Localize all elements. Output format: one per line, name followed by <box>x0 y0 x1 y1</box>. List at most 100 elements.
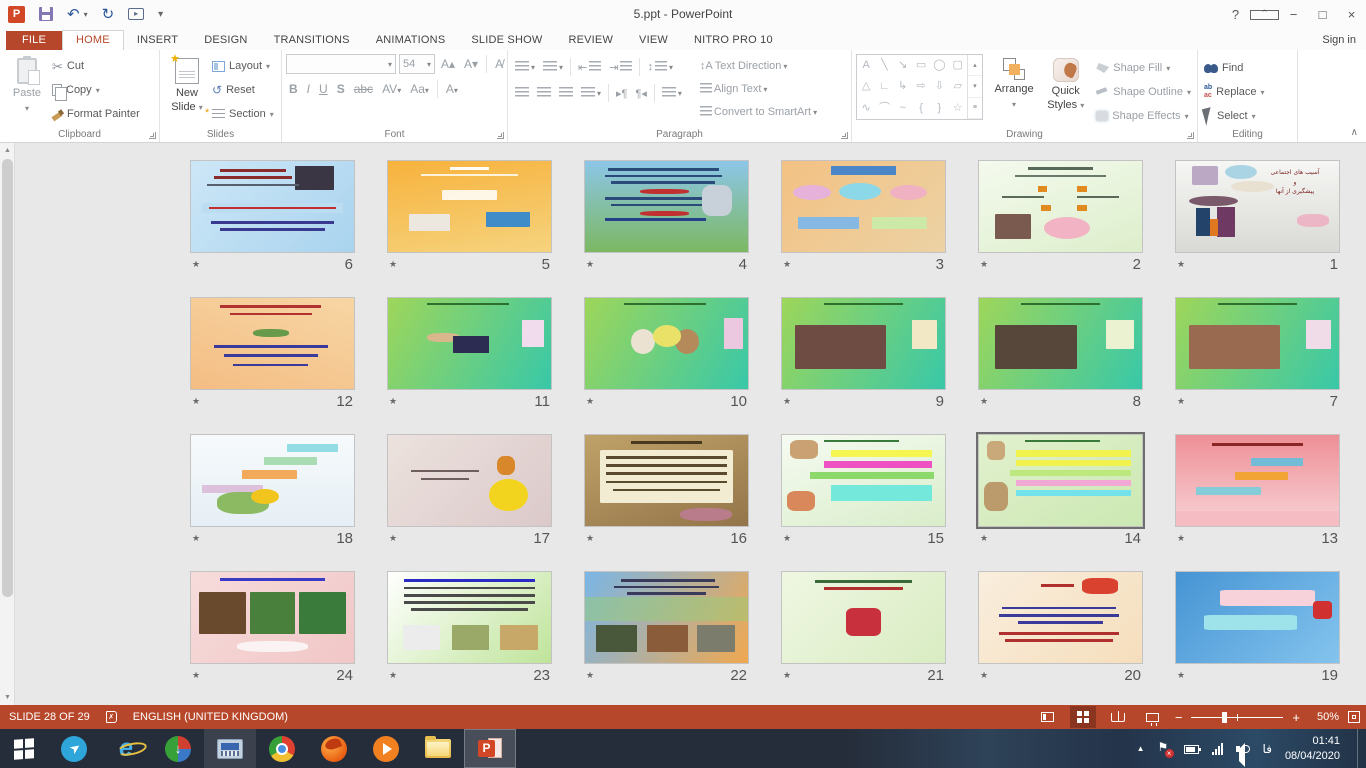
taskbar-download-manager-button[interactable]: ↓ <box>152 729 204 768</box>
shape-outline-button[interactable]: Shape Outline▾ <box>1096 82 1191 102</box>
slide-thumbnail-7[interactable] <box>1175 297 1340 390</box>
clear-formatting-icon[interactable]: A̸ <box>492 56 506 72</box>
taskbar-remote-desktop-button[interactable] <box>204 729 256 768</box>
font-name-combo[interactable]: ▾ <box>286 54 396 74</box>
tray-expand-icon[interactable]: ▲ <box>1137 744 1145 753</box>
line-spacing-button[interactable]: ↕▾ <box>644 59 676 75</box>
increase-font-size-icon[interactable]: A▴ <box>438 56 458 72</box>
character-spacing-button[interactable]: AV▾ <box>379 81 404 97</box>
reading-view-button[interactable] <box>1105 706 1131 728</box>
reset-button[interactable]: ↺Reset <box>212 80 274 100</box>
shape-fill-button[interactable]: Shape Fill▾ <box>1096 58 1191 78</box>
slide-sorter-view-button[interactable] <box>1070 706 1096 728</box>
slide-thumbnail-16[interactable] <box>584 434 749 527</box>
normal-view-button[interactable] <box>1035 706 1061 728</box>
slide-thumbnail-15[interactable] <box>781 434 946 527</box>
slide-thumbnail-14[interactable] <box>978 434 1143 527</box>
slide-thumbnail-20[interactable] <box>978 571 1143 664</box>
drawing-dialog-launcher-icon[interactable] <box>1187 132 1194 139</box>
show-desktop-button[interactable] <box>1357 729 1362 768</box>
collapse-ribbon-icon[interactable]: ∧ <box>1351 127 1358 138</box>
shapes-scroll-up-icon[interactable]: ▴ <box>968 55 982 76</box>
corner-shape-icon[interactable]: ▱ <box>953 81 961 92</box>
taskbar-telegram-button[interactable]: ➤ <box>48 729 100 768</box>
tab-review[interactable]: REVIEW <box>555 31 626 50</box>
star-shape-icon[interactable]: ☆ <box>953 103 963 114</box>
taskbar-internet-explorer-button[interactable]: e <box>100 729 152 768</box>
action-center-flag-icon[interactable] <box>1158 742 1171 755</box>
tab-animations[interactable]: ANIMATIONS <box>363 31 459 50</box>
elbow-arrow-shape-icon[interactable]: ↳ <box>898 81 907 92</box>
layout-button[interactable]: Layout▾ <box>212 56 274 76</box>
tab-file[interactable]: FILE <box>6 31 62 50</box>
increase-indent-icon[interactable]: ⇥ <box>606 59 635 76</box>
start-slideshow-icon[interactable]: ▸ <box>128 8 144 20</box>
scrollbar-thumb[interactable] <box>2 159 13 597</box>
text-direction-button[interactable]: ↕AText Direction▾ <box>697 58 820 74</box>
text-box-shape-icon[interactable]: A <box>862 60 869 71</box>
tab-home[interactable]: HOME <box>62 30 124 50</box>
slide-thumbnail-12[interactable] <box>190 297 355 390</box>
arrange-button[interactable]: Arrange ▾ <box>991 54 1037 126</box>
decrease-font-size-icon[interactable]: A▾ <box>461 56 481 72</box>
paste-button[interactable]: Paste ▾ <box>4 54 50 126</box>
italic-button[interactable]: I <box>304 81 313 97</box>
volume-icon[interactable] <box>1236 743 1250 755</box>
slide-thumbnail-3[interactable] <box>781 160 946 253</box>
slide-thumbnail-8[interactable] <box>978 297 1143 390</box>
slide-thumbnail-5[interactable] <box>387 160 552 253</box>
slide-thumbnail-23[interactable] <box>387 571 552 664</box>
tab-insert[interactable]: INSERT <box>124 31 191 50</box>
copy-button[interactable]: Copy▾ <box>52 80 140 100</box>
scribble-shape-icon[interactable]: ∿ <box>862 103 871 114</box>
close-button[interactable]: × <box>1337 7 1366 22</box>
slide-thumbnail-9[interactable] <box>781 297 946 390</box>
align-left-icon[interactable] <box>512 85 532 101</box>
slide-thumbnail-24[interactable] <box>190 571 355 664</box>
vertical-scrollbar[interactable]: ▲ ▼ <box>0 143 15 705</box>
font-size-combo[interactable]: 54▾ <box>399 54 435 74</box>
align-text-button[interactable]: Align Text▾ <box>697 81 820 97</box>
minimize-button[interactable]: − <box>1279 7 1308 22</box>
shapes-scroll-down-icon[interactable]: ▾ <box>968 76 982 97</box>
find-button[interactable]: Find <box>1204 58 1265 78</box>
slide-thumbnail-2[interactable] <box>978 160 1143 253</box>
tab-nitro-pro-10[interactable]: NITRO PRO 10 <box>681 31 786 50</box>
triangle-shape-icon[interactable]: △ <box>862 81 870 92</box>
zoom-out-button[interactable]: − <box>1175 710 1183 725</box>
zoom-slider-thumb[interactable] <box>1222 712 1227 723</box>
paragraph-dialog-launcher-icon[interactable] <box>841 132 848 139</box>
columns-button[interactable]: ▾ <box>659 85 685 101</box>
tab-design[interactable]: DESIGN <box>191 31 260 50</box>
shape-effects-button[interactable]: Shape Effects▾ <box>1096 106 1191 126</box>
clock[interactable]: 01:41 08/04/2020 <box>1285 734 1340 764</box>
start-button[interactable] <box>0 729 48 768</box>
qat-customize-icon[interactable]: ▾ <box>158 9 162 20</box>
strikethrough-button[interactable]: abc <box>351 81 376 97</box>
text-shadow-button[interactable]: S <box>334 81 348 97</box>
brace-right-shape-icon[interactable]: } <box>938 103 942 114</box>
brace-left-shape-icon[interactable]: { <box>919 103 923 114</box>
taskbar-firefox-button[interactable] <box>308 729 360 768</box>
font-color-button[interactable]: A▾ <box>443 81 461 97</box>
new-slide-button[interactable]: NewSlide ▾ <box>164 54 210 126</box>
spell-check-icon[interactable]: ✗ <box>106 711 117 723</box>
slide-thumbnail-17[interactable] <box>387 434 552 527</box>
slide-thumbnail-22[interactable] <box>584 571 749 664</box>
convert-to-smartart-button[interactable]: Convert to SmartArt▾ <box>697 104 820 120</box>
format-painter-button[interactable]: Format Painter <box>52 104 140 124</box>
powerpoint-app-icon[interactable]: P <box>8 6 25 23</box>
scroll-up-icon[interactable]: ▲ <box>0 143 15 158</box>
arc-shape-icon[interactable]: ⌒ <box>879 103 890 114</box>
maximize-button[interactable]: □ <box>1308 7 1337 22</box>
curve-shape-icon[interactable]: ~ <box>900 103 906 114</box>
clipboard-dialog-launcher-icon[interactable] <box>149 132 156 139</box>
taskbar-powerpoint-button[interactable]: P <box>464 729 516 768</box>
quick-styles-button[interactable]: QuickStyles ▾ <box>1045 54 1086 126</box>
align-center-icon[interactable] <box>534 85 554 101</box>
scroll-down-icon[interactable]: ▼ <box>0 690 15 705</box>
select-button[interactable]: Select▾ <box>1204 106 1265 126</box>
shapes-gallery[interactable]: A╲↘▭◯▢△∟↳⇨⇩▱∿⌒~{}☆ ▴ ▾ ≡ <box>856 54 983 120</box>
zoom-in-button[interactable]: + <box>1292 710 1300 725</box>
slide-thumbnail-21[interactable] <box>781 571 946 664</box>
